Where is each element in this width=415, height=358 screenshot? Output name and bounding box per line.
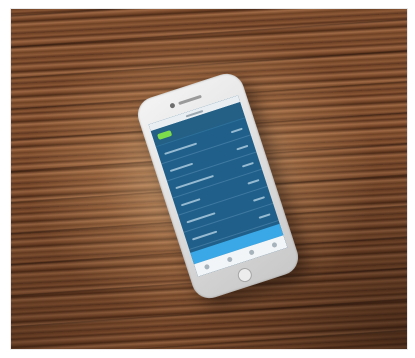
earpiece-speaker — [178, 94, 202, 106]
tab-icon — [204, 263, 211, 270]
front-camera-icon — [169, 102, 176, 109]
photo — [10, 8, 408, 350]
green-tag-badge — [157, 129, 173, 141]
tab-icon — [271, 241, 278, 249]
tab-icon — [226, 256, 233, 263]
home-button — [236, 266, 254, 284]
tab-icon — [248, 249, 256, 256]
